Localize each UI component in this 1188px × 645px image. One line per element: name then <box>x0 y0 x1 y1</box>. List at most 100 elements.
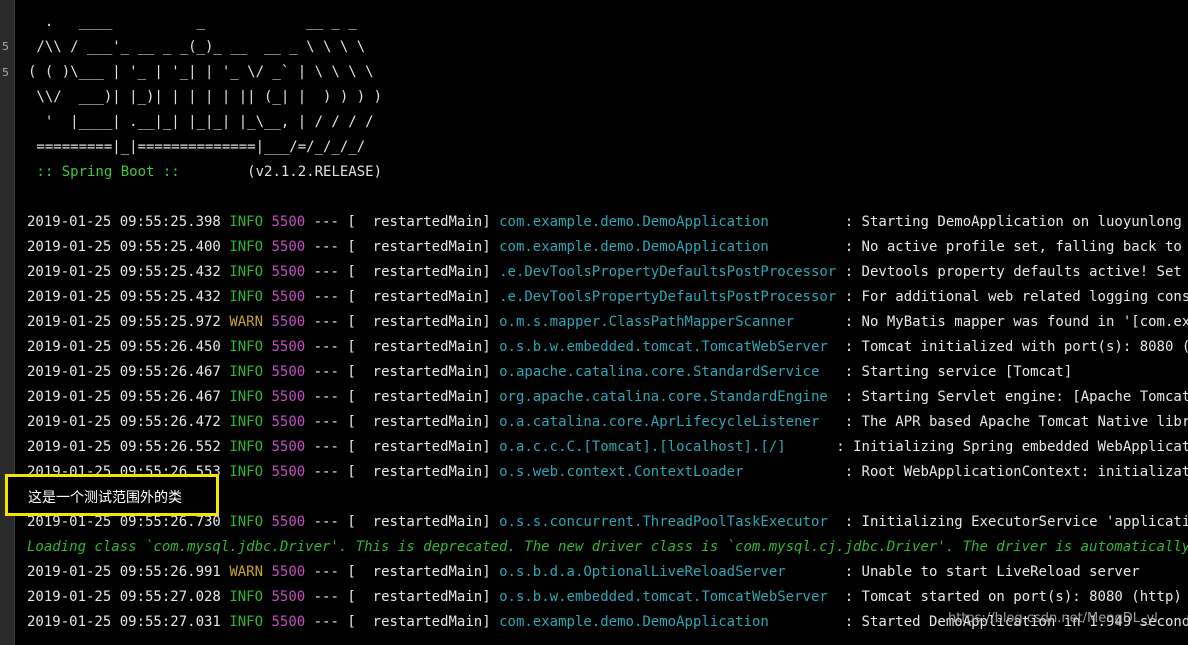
log-thread: [ restartedMain] <box>347 514 491 530</box>
log-thread: [ restartedMain] <box>347 614 491 630</box>
log-logger: o.s.b.w.embedded.tomcat.TomcatWebServer <box>499 589 837 605</box>
spring-boot-label: :: Spring Boot :: <box>28 164 189 180</box>
log-pid: 5500 <box>271 239 306 255</box>
log-separator: --- <box>313 514 339 530</box>
driver-warning-line: Loading class `com.mysql.jdbc.Driver'. T… <box>27 539 1188 555</box>
log-logger: o.s.b.d.a.OptionalLiveReloadServer <box>499 564 837 580</box>
log-message: : The APR based Apache Tomcat Native lib… <box>844 414 1188 430</box>
log-timestamp: 2019-01-25 09:55:26.552 <box>27 439 221 455</box>
log-timestamp: 2019-01-25 09:55:25.432 <box>27 264 221 280</box>
log-separator: --- <box>313 439 339 455</box>
log-level: INFO <box>229 589 264 605</box>
log-logger: o.a.c.c.C.[Tomcat].[localhost].[/] <box>499 439 828 455</box>
log-separator: --- <box>313 614 339 630</box>
log-timestamp: 2019-01-25 09:55:25.398 <box>27 214 221 230</box>
log-thread: [ restartedMain] <box>347 364 491 380</box>
log-timestamp: 2019-01-25 09:55:26.467 <box>27 389 221 405</box>
log-level: INFO <box>229 514 264 530</box>
log-row: 2019-01-25 09:55:26.472 INFO 5500 --- [ … <box>27 410 1188 435</box>
log-level: INFO <box>229 339 264 355</box>
log-separator: --- <box>313 214 339 230</box>
banner-line: /\\ / ___'_ __ _ _(_)_ __ __ _ \ \ \ \ <box>28 39 366 55</box>
log-pid: 5500 <box>271 214 306 230</box>
log-row: 2019-01-25 09:55:25.972 WARN 5500 --- [ … <box>27 310 1188 335</box>
log-logger: com.example.demo.DemoApplication <box>499 239 837 255</box>
watermark: https://blog.csdn.net/MengDL_yl <box>948 611 1158 626</box>
log-level: INFO <box>229 389 264 405</box>
log-row: 2019-01-25 09:55:25.398 INFO 5500 --- [ … <box>27 210 1188 235</box>
log-thread: [ restartedMain] <box>347 264 491 280</box>
log-pid: 5500 <box>271 564 306 580</box>
log-thread: [ restartedMain] <box>347 564 491 580</box>
log-separator: --- <box>313 564 339 580</box>
log-timestamp: 2019-01-25 09:55:25.432 <box>27 289 221 305</box>
log-logger: o.s.s.concurrent.ThreadPoolTaskExecutor <box>499 514 837 530</box>
log-level: INFO <box>229 214 264 230</box>
log-separator: --- <box>313 464 339 480</box>
console-output[interactable]: . ____ _ __ _ _ /\\ / ___'_ __ _ _(_)_ _… <box>0 0 1188 645</box>
banner-line: ' |____| .__|_| |_|_| |_\__, | / / / / <box>28 114 374 130</box>
banner-line: \\/ ___)| |_)| | | | | || (_| | ) ) ) ) <box>28 89 383 105</box>
annotation-text: 这是一个测试范围外的类 <box>28 490 182 506</box>
log-message: : Starting service [Tomcat] <box>844 364 1073 380</box>
log-separator: --- <box>313 589 339 605</box>
log-pid: 5500 <box>271 414 306 430</box>
log-separator: --- <box>313 339 339 355</box>
log-level: INFO <box>229 289 264 305</box>
log-pid: 5500 <box>271 339 306 355</box>
log-row: 2019-01-25 09:55:26.991 WARN 5500 --- [ … <box>27 560 1140 585</box>
log-row: 2019-01-25 09:55:25.432 INFO 5500 --- [ … <box>27 285 1188 310</box>
log-pid: 5500 <box>271 289 306 305</box>
log-pid: 5500 <box>271 614 306 630</box>
log-pid: 5500 <box>271 439 306 455</box>
log-thread: [ restartedMain] <box>347 214 491 230</box>
log-message: : Root WebApplicationContext: initializa… <box>844 464 1188 480</box>
log-level: WARN <box>229 564 264 580</box>
log-logger: o.apache.catalina.core.StandardService <box>499 364 837 380</box>
log-pid: 5500 <box>271 389 306 405</box>
log-message: : Devtools property defaults active! Set… <box>844 264 1182 280</box>
log-logger: .e.DevToolsPropertyDefaultsPostProcessor <box>499 264 837 280</box>
log-row: 2019-01-25 09:55:26.467 INFO 5500 --- [ … <box>27 385 1188 410</box>
log-thread: [ restartedMain] <box>347 389 491 405</box>
log-timestamp: 2019-01-25 09:55:25.400 <box>27 239 221 255</box>
log-timestamp: 2019-01-25 09:55:26.472 <box>27 414 221 430</box>
log-level: INFO <box>229 414 264 430</box>
spring-boot-version: (v2.1.2.RELEASE) <box>188 164 383 180</box>
log-separator: --- <box>313 414 339 430</box>
log-timestamp: 2019-01-25 09:55:26.450 <box>27 339 221 355</box>
log-message: : No MyBatis mapper was found in '[com.e… <box>844 314 1188 330</box>
log-thread: [ restartedMain] <box>347 464 491 480</box>
spring-boot-version-line: :: Spring Boot :: (v2.1.2.RELEASE) <box>28 160 382 185</box>
log-pid: 5500 <box>271 264 306 280</box>
log-logger: com.example.demo.DemoApplication <box>499 614 837 630</box>
log-pid: 5500 <box>271 514 306 530</box>
log-message: : Starting DemoApplication on luoyunlong… <box>844 214 1182 230</box>
log-pid: 5500 <box>271 314 306 330</box>
log-logger: o.m.s.mapper.ClassPathMapperScanner <box>499 314 837 330</box>
log-level: INFO <box>229 464 264 480</box>
log-logger: o.s.b.w.embedded.tomcat.TomcatWebServer <box>499 339 837 355</box>
log-level: INFO <box>229 364 264 380</box>
log-logger: o.a.catalina.core.AprLifecycleListener <box>499 414 837 430</box>
log-message: : For additional web related logging con… <box>844 289 1188 305</box>
log-thread: [ restartedMain] <box>347 314 491 330</box>
log-timestamp: 2019-01-25 09:55:26.991 <box>27 564 221 580</box>
log-separator: --- <box>313 314 339 330</box>
log-pid: 5500 <box>271 464 306 480</box>
banner-line: ( ( )\___ | '_ | '_| | '_ \/ _` | \ \ \ … <box>28 64 374 80</box>
log-logger: o.s.web.context.ContextLoader <box>499 464 837 480</box>
log-message: : Unable to start LiveReload server <box>844 564 1140 580</box>
log-message: : Tomcat started on port(s): 8080 (http)… <box>844 589 1182 605</box>
log-timestamp: 2019-01-25 09:55:25.972 <box>27 314 221 330</box>
log-thread: [ restartedMain] <box>347 439 491 455</box>
log-timestamp: 2019-01-25 09:55:26.730 <box>27 514 221 530</box>
banner-line: . ____ _ __ _ _ <box>28 14 357 30</box>
log-thread: [ restartedMain] <box>347 414 491 430</box>
log-separator: --- <box>313 289 339 305</box>
log-separator: --- <box>313 389 339 405</box>
log-row: 2019-01-25 09:55:26.450 INFO 5500 --- [ … <box>27 335 1188 360</box>
log-timestamp: 2019-01-25 09:55:27.031 <box>27 614 221 630</box>
log-row: 2019-01-25 09:55:26.467 INFO 5500 --- [ … <box>27 360 1072 385</box>
log-message: : Initializing ExecutorService 'applicat… <box>844 514 1188 530</box>
